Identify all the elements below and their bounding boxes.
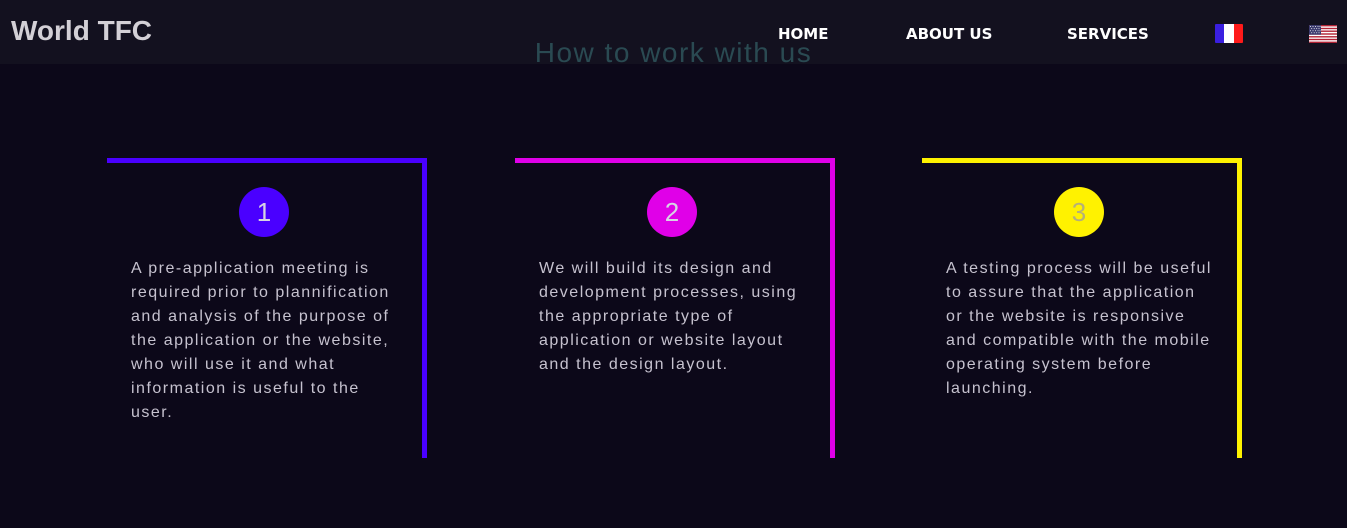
step-description: A pre-application meeting is required pr…: [131, 260, 390, 421]
step-description: A testing process will be useful to assu…: [946, 260, 1212, 397]
step-card-2: 2 We will build its design and developme…: [515, 158, 835, 458]
step-number-badge: 1: [239, 187, 289, 237]
section-title: How to work with us: [534, 37, 813, 68]
step-card-1: 1 A pre-application meeting is required …: [107, 158, 427, 458]
step-number-badge: 3: [1054, 187, 1104, 237]
step-card-3: 3 A testing process will be useful to as…: [922, 158, 1242, 458]
step-description: We will build its design and development…: [539, 260, 798, 373]
step-number-badge: 2: [647, 187, 697, 237]
